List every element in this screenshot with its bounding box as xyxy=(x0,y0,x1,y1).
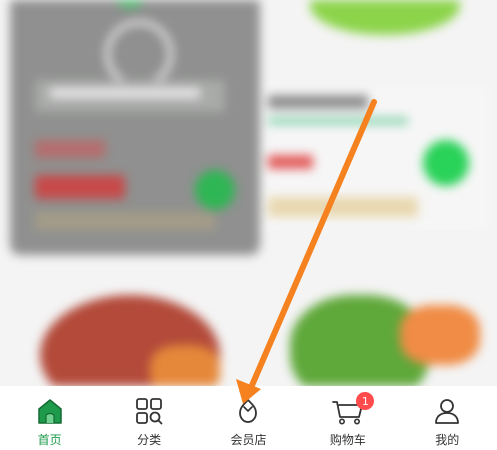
profile-icon xyxy=(435,399,460,424)
tab-profile[interactable]: 我的 xyxy=(398,386,497,448)
tab-profile-label: 我的 xyxy=(435,433,460,447)
home-icon xyxy=(37,399,62,424)
product-image-meat xyxy=(20,285,245,386)
product-feed-blurred xyxy=(0,0,497,386)
product-image-vegetables xyxy=(280,285,490,386)
product-card-right xyxy=(263,85,488,230)
tab-cart[interactable]: 1 购物车 xyxy=(298,386,397,448)
bottom-tab-bar: 首页 分类 会员店 1 购物车 我的 xyxy=(0,386,497,450)
tab-home[interactable]: 首页 xyxy=(0,386,99,448)
tab-member-store[interactable]: 会员店 xyxy=(199,386,298,448)
cart-count-badge: 1 xyxy=(356,392,375,410)
member-store-icon xyxy=(239,399,258,423)
tab-category-label: 分类 xyxy=(137,433,162,447)
tab-category[interactable]: 分类 xyxy=(100,386,199,448)
product-card-left xyxy=(10,0,260,255)
category-grid-icon xyxy=(136,398,163,425)
tab-cart-label: 购物车 xyxy=(329,433,366,447)
tab-home-label: 首页 xyxy=(37,433,62,447)
product-image-top-right xyxy=(270,0,485,45)
tab-member-store-label: 会员店 xyxy=(230,433,267,447)
